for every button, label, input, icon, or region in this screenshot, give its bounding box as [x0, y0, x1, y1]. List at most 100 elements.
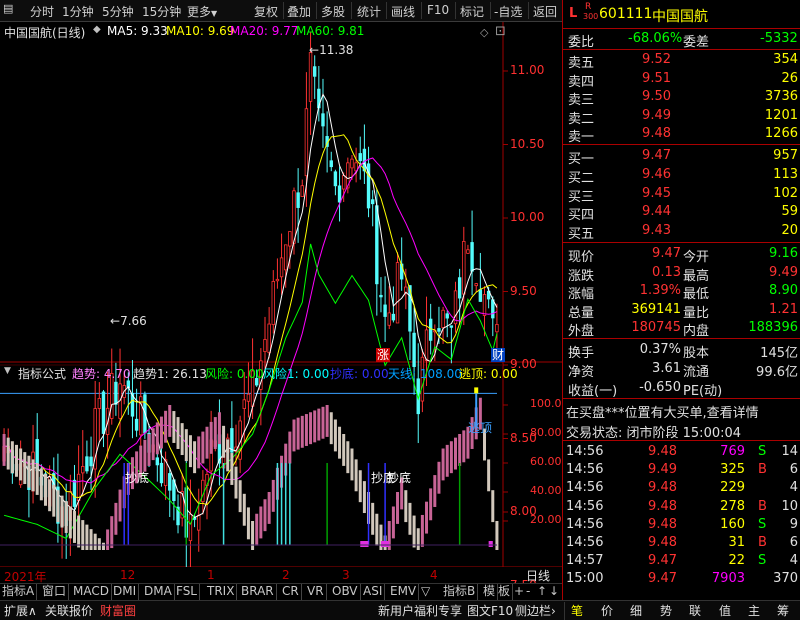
order-book-row[interactable]: 买三 9.45 102	[563, 185, 800, 205]
multi-stock-button[interactable]: 多股	[321, 3, 345, 20]
tab-macd[interactable]: MACD	[71, 584, 112, 600]
indicator-name[interactable]: 指标公式	[18, 365, 66, 382]
order-book-row[interactable]: 卖四 9.51 26	[563, 70, 800, 90]
sidebar-toggle-button[interactable]: 侧边栏›	[515, 602, 556, 620]
tab-cr[interactable]: CR	[280, 584, 302, 600]
tick-row: 14:56 9.48 229 4	[563, 479, 800, 497]
candle-body	[449, 325, 454, 328]
tab-trix[interactable]: TRIX	[205, 584, 238, 600]
cai-marker[interactable]: 财	[491, 348, 506, 362]
order-book-row[interactable]: 卖二 9.49 1201	[563, 107, 800, 127]
tick-count: 370	[773, 571, 798, 587]
draw-line-button[interactable]: 画线	[391, 3, 415, 20]
tool-detail[interactable]: 细	[630, 602, 642, 620]
tab-dmi[interactable]: DMI	[111, 584, 140, 600]
period-1min-button[interactable]: 1分钟	[62, 3, 94, 20]
tool-price[interactable]: 价	[601, 602, 613, 620]
tool-chips[interactable]: 筹	[777, 602, 789, 620]
tab-dma[interactable]: DMA	[142, 584, 175, 600]
restore-rights-button[interactable]: 复权	[254, 3, 278, 20]
indicator-toggle-icon[interactable]: ▼	[4, 366, 11, 376]
related-quote-button[interactable]: 关联报价	[45, 602, 93, 620]
ma-settings-icon[interactable]: ◆	[93, 24, 101, 35]
period-15min-button[interactable]: 15分钟	[142, 3, 181, 20]
tab-fsl[interactable]: FSL	[174, 584, 200, 600]
tab-indicator-b[interactable]: 指标B	[441, 584, 479, 600]
period-more-button[interactable]: 更多▼	[187, 3, 217, 20]
remove-watchlist-button[interactable]: -自选	[494, 3, 522, 20]
order-book-row[interactable]: 卖一 9.48 1266	[563, 125, 800, 145]
tab-board[interactable]: 板	[496, 584, 514, 600]
divider	[563, 28, 800, 29]
tick-volume: 769	[720, 444, 745, 459]
status-row: 交易状态: 闭市阶段 15:00:04	[563, 421, 800, 441]
kline-chart[interactable]	[0, 22, 562, 567]
tool-link[interactable]: 联	[689, 602, 701, 620]
tool-value[interactable]: 值	[719, 602, 731, 620]
f10-button[interactable]: F10	[427, 3, 449, 17]
new-user-benefit-link[interactable]: 新用户福利专享	[378, 602, 462, 620]
candle-body	[188, 513, 193, 542]
tick-volume: 229	[720, 480, 745, 496]
scroll-down-button[interactable]: ↓	[547, 584, 561, 600]
r-mark: R	[585, 2, 592, 12]
candle-body	[341, 175, 346, 190]
candle-body	[445, 313, 449, 319]
period-intraday-button[interactable]: 分时	[30, 3, 54, 20]
mark-button[interactable]: 标记	[460, 3, 484, 20]
expand-icon[interactable]: ⊡	[495, 24, 506, 39]
candle-body	[395, 262, 400, 324]
tick-time: 14:56	[566, 498, 604, 514]
tab-indicator-a[interactable]: 指标A	[0, 584, 38, 600]
statistics-button[interactable]: 统计	[357, 3, 381, 20]
tab-more-icon[interactable]: ▽	[419, 584, 432, 600]
chaodi-label: 抄底	[125, 471, 150, 485]
tab-emv[interactable]: EMV	[388, 584, 420, 600]
menu-toggle-icon[interactable]: ▤	[3, 2, 13, 15]
diamond-icon[interactable]: ◇	[480, 26, 488, 39]
wealth-circle-button[interactable]: 财富圈	[100, 602, 136, 620]
taoding-label: 逃顶	[468, 421, 493, 435]
candle-body	[246, 393, 251, 402]
tab-asi[interactable]: ASI	[361, 584, 386, 600]
order-book-row[interactable]: 卖三 9.50 3736	[563, 88, 800, 108]
tick-side: B	[758, 498, 767, 514]
tab-brar[interactable]: BRAR	[239, 584, 277, 600]
candle-body	[491, 299, 495, 319]
weicha-label: 委差	[683, 35, 710, 50]
graphic-f10-button[interactable]: 图文F10	[467, 602, 513, 620]
notice-row[interactable]: 在买盘***位置有大买单,查看详情	[563, 401, 800, 421]
stat-label: 外盘	[568, 324, 595, 340]
level-label: 买三	[568, 189, 595, 205]
zhang-marker[interactable]: 涨	[376, 348, 391, 362]
price-axis-tick: 11.00	[510, 63, 545, 77]
level-price: 9.48	[642, 126, 671, 141]
stat-value: 188396	[748, 320, 798, 336]
stock-code: 601111	[599, 6, 653, 22]
tab-window[interactable]: 窗口	[40, 584, 70, 600]
tool-main[interactable]: 主	[748, 602, 760, 620]
tab-obv[interactable]: OBV	[330, 584, 361, 600]
tool-trend[interactable]: 势	[660, 602, 672, 620]
order-book-row[interactable]: 买四 9.44 59	[563, 203, 800, 223]
tab-vr[interactable]: VR	[305, 584, 327, 600]
toolbar-divider	[283, 2, 284, 19]
candle-body	[437, 328, 441, 332]
chevron-down-icon: ▼	[211, 9, 218, 18]
remove-window-button[interactable]: -	[524, 584, 532, 600]
expand-button[interactable]: 扩展∧	[4, 602, 37, 620]
big-order-notice[interactable]: 在买盘***位置有大买单,查看详情	[566, 402, 759, 421]
overlay-button[interactable]: 叠加	[287, 3, 311, 20]
period-label[interactable]: 日线	[526, 567, 550, 584]
indicator-value-label: 逃顶: 0.00	[459, 367, 518, 381]
period-more-label: 更多	[187, 5, 212, 19]
order-book-row[interactable]: 买一 9.47 957	[563, 147, 800, 167]
divider	[563, 49, 800, 50]
tool-stroke[interactable]: 笔	[571, 602, 583, 620]
order-book-row[interactable]: 买二 9.46 113	[563, 166, 800, 186]
back-button[interactable]: 返回	[533, 3, 557, 20]
order-book-row[interactable]: 卖五 9.52 354	[563, 51, 800, 71]
period-5min-button[interactable]: 5分钟	[102, 3, 134, 20]
order-book-row[interactable]: 买五 9.43 20	[563, 222, 800, 242]
level-price: 9.51	[642, 70, 671, 86]
